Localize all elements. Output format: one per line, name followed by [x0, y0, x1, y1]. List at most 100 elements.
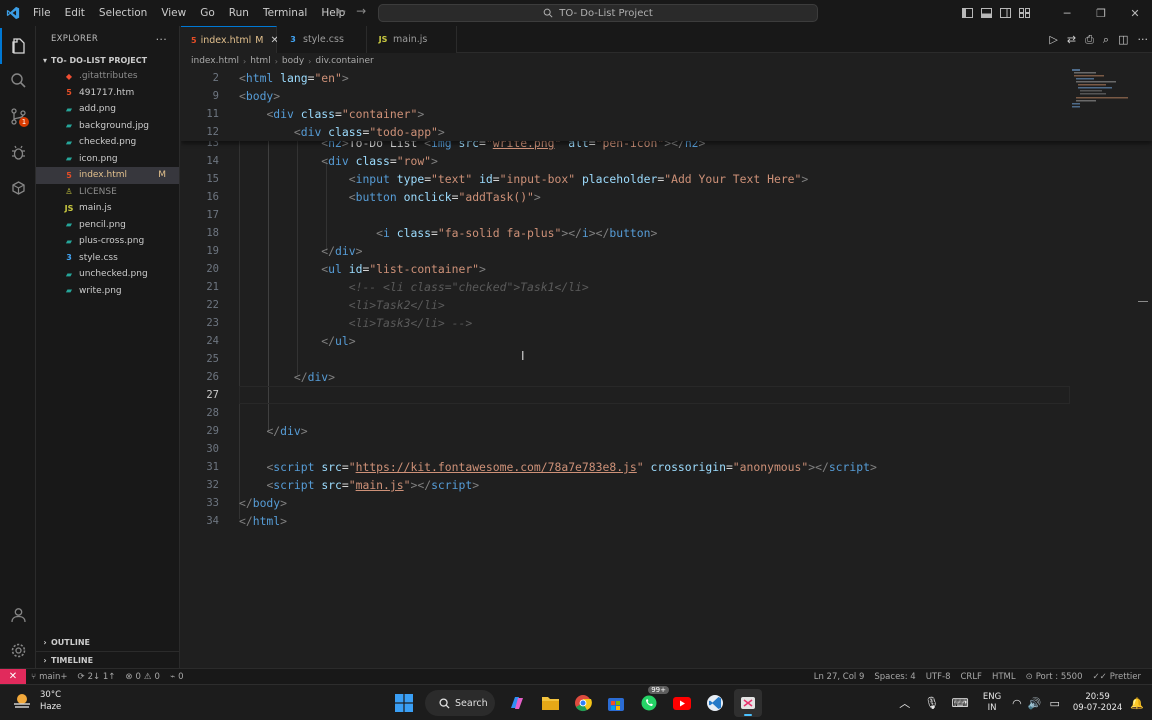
customize-layout-icon[interactable] [1019, 8, 1030, 18]
encoding[interactable]: UTF-8 [921, 672, 956, 682]
weather-widget[interactable]: 30°C Haze [12, 689, 61, 713]
breadcrumb-item[interactable]: html [250, 56, 271, 66]
file-item[interactable]: ▰ unchecked.png [36, 266, 179, 283]
keyboard-icon[interactable]: ⌨ [946, 696, 975, 710]
code-editor[interactable]: 13 <h2>To-Do List <img src="write.png" a… [181, 69, 1152, 668]
restore-button[interactable]: ❐ [1084, 0, 1118, 26]
file-item[interactable]: ▰ checked.png [36, 134, 179, 151]
run-icon[interactable]: ▷ [1049, 33, 1057, 46]
back-arrow-icon[interactable]: ← [336, 4, 346, 18]
more-actions-icon[interactable]: ··· [156, 33, 167, 46]
language-indicator[interactable]: ENG IN [975, 692, 1009, 714]
activity-bar: 1 [0, 26, 36, 668]
extensions-icon[interactable] [0, 170, 36, 206]
copilot-app[interactable] [503, 689, 531, 717]
editor-tabs: 5 index.html M ✕ 3 style.css JS main.js ▷ ⇄ ⎙ ⌕… [181, 26, 1152, 53]
source-control-icon[interactable]: 1 [0, 98, 36, 134]
file-item[interactable]: 3 style.css [36, 250, 179, 267]
branch-indicator[interactable]: ⑂ main+ [26, 672, 72, 682]
run-debug-icon[interactable] [0, 134, 36, 170]
menu-item-go[interactable]: Go [193, 0, 222, 26]
project-folder-header[interactable]: ▾ TO- DO-LIST PROJECT [36, 52, 179, 68]
file-item[interactable]: ♙ LICENSE [36, 184, 179, 201]
find-icon[interactable]: ⌕ [1103, 33, 1109, 47]
line-content: <div class="todo-app"> [293, 125, 445, 139]
breadcrumb-item[interactable]: body [282, 56, 304, 66]
menu-item-selection[interactable]: Selection [92, 0, 154, 26]
close-window-button[interactable]: ✕ [1118, 0, 1152, 26]
taskbar-search[interactable]: Search [425, 690, 495, 716]
remote-window-button[interactable]: ✕ [0, 668, 26, 685]
chevron-up-icon[interactable]: ︿ [891, 695, 918, 711]
file-item[interactable]: ▰ plus-cross.png [36, 233, 179, 250]
menu-item-view[interactable]: View [154, 0, 193, 26]
file-item[interactable]: 5 491717.htm [36, 85, 179, 102]
breadcrumb-item[interactable]: index.html [191, 56, 239, 66]
menu-item-run[interactable]: Run [222, 0, 256, 26]
command-center-search[interactable]: TO- Do-List Project [378, 4, 818, 22]
clock[interactable]: 20:59 09-07-2024 [1065, 692, 1128, 714]
vertical-scrollbar[interactable] [1138, 69, 1152, 668]
toggle-sidebar-icon[interactable] [962, 8, 973, 18]
menu-item-file[interactable]: File [26, 0, 58, 26]
code-line: 21 <!-- <li class="checked">Task1</li> [181, 278, 1071, 296]
cursor-position[interactable]: Ln 27, Col 9 [809, 672, 870, 682]
compare-icon[interactable]: ⇄ [1067, 33, 1076, 46]
forward-arrow-icon[interactable]: → [356, 4, 366, 18]
timeline-section[interactable]: › TIMELINE [36, 651, 180, 668]
file-item[interactable]: JS main.js [36, 200, 179, 217]
whatsapp-app[interactable]: 99+ [635, 686, 669, 717]
file-item[interactable]: 5 index.html M [36, 167, 179, 184]
wifi-icon[interactable]: ◠ [1009, 697, 1025, 710]
accounts-icon[interactable] [0, 596, 36, 632]
search-icon[interactable] [0, 62, 36, 98]
menu-item-terminal[interactable]: Terminal [256, 0, 314, 26]
snipping-tool-app[interactable] [734, 689, 762, 717]
vscode-taskbar-app[interactable] [701, 689, 729, 717]
file-item[interactable]: ▰ pencil.png [36, 217, 179, 234]
microsoft-store-app[interactable] [602, 689, 630, 717]
ports-indicator[interactable]: ⌁ 0 [165, 672, 189, 682]
end-of-line[interactable]: CRLF [955, 672, 986, 682]
tab-style-css[interactable]: 3 style.css [277, 26, 367, 53]
file-item[interactable]: ▰ icon.png [36, 151, 179, 168]
more-actions-icon[interactable]: ··· [1138, 33, 1149, 46]
chrome-app[interactable] [569, 689, 597, 717]
print-icon[interactable]: ⎙ [1085, 33, 1094, 47]
explorer-icon[interactable] [0, 28, 36, 64]
problems-indicator[interactable]: ⊗ 0 ⚠ 0 [120, 672, 165, 682]
minimap[interactable] [1072, 69, 1132, 129]
explorer-header: EXPLORER ··· [36, 26, 179, 52]
microphone-icon[interactable]: 🎙 [918, 696, 945, 710]
line-number: 30 [206, 443, 219, 455]
toggle-panel-icon[interactable] [981, 8, 992, 18]
indentation[interactable]: Spaces: 4 [869, 672, 920, 682]
youtube-app[interactable] [668, 689, 696, 717]
live-server-port[interactable]: ⊙ Port : 5500 [1021, 672, 1088, 682]
prettier-status[interactable]: ✓✓ Prettier [1087, 672, 1146, 682]
code-line: 33 </body> [181, 494, 1071, 512]
chevron-right-icon: › [274, 56, 278, 66]
file-explorer-app[interactable] [536, 689, 564, 717]
battery-icon[interactable]: ▭ [1044, 697, 1064, 710]
volume-icon[interactable]: 🔊 [1025, 697, 1045, 710]
tab-index-html[interactable]: 5 index.html M ✕ [181, 26, 279, 53]
notification-bell-icon[interactable]: 🔔 [1128, 697, 1152, 710]
file-item[interactable]: ▰ write.png [36, 283, 179, 300]
breadcrumb-item[interactable]: div.container [315, 56, 373, 66]
file-item[interactable]: ▰ background.jpg [36, 118, 179, 135]
tab-main-js[interactable]: JS main.js [367, 26, 457, 53]
file-name: write.png [79, 285, 122, 296]
sync-indicator[interactable]: ⟳ 2↓ 1↑ [72, 672, 120, 682]
language-mode[interactable]: HTML [987, 672, 1021, 682]
outline-section[interactable]: › OUTLINE [36, 634, 180, 650]
minimize-button[interactable]: ─ [1050, 0, 1084, 26]
menu-item-edit[interactable]: Edit [58, 0, 92, 26]
ports-icon: ⌁ [169, 671, 176, 682]
split-editor-icon[interactable]: ◫ [1118, 33, 1128, 46]
settings-gear-icon[interactable] [0, 632, 36, 668]
toggle-secondary-sidebar-icon[interactable] [1000, 8, 1011, 18]
windows-start-button[interactable] [390, 689, 418, 717]
file-item[interactable]: ▰ add.png [36, 101, 179, 118]
file-item[interactable]: ◆ .gitattributes [36, 68, 179, 85]
